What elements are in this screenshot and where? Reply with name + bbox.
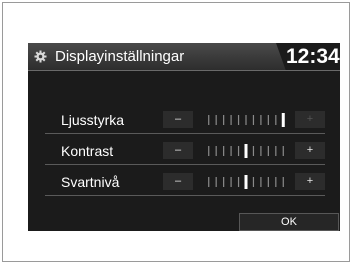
decrease-button[interactable]: – <box>163 142 193 159</box>
display-screen: Displayinställningar 12:34 Ljusstyrka – … <box>28 43 340 231</box>
level-tick <box>252 146 255 156</box>
header-bar: Displayinställningar 12:34 <box>28 43 340 71</box>
level-scale[interactable] <box>205 143 287 159</box>
level-tick <box>275 146 277 156</box>
level-tick <box>237 146 240 156</box>
level-tick <box>260 115 262 125</box>
level-tick <box>230 115 232 125</box>
setting-label: Kontrast <box>61 143 114 159</box>
level-tick <box>252 177 255 187</box>
level-tick <box>282 146 284 156</box>
setting-row-contrast: Kontrast – + <box>45 138 325 165</box>
level-tick <box>267 146 269 156</box>
level-scale[interactable] <box>205 112 287 128</box>
level-tick <box>245 115 247 125</box>
level-indicator <box>244 175 248 189</box>
level-scale[interactable] <box>205 174 287 190</box>
increase-button[interactable]: + <box>295 142 325 159</box>
level-tick <box>267 177 269 187</box>
increase-button[interactable]: + <box>295 111 325 128</box>
setting-row-brightness: Ljusstyrka – + <box>45 107 325 134</box>
level-tick <box>237 115 240 125</box>
level-tick <box>223 177 225 187</box>
level-tick <box>208 115 210 125</box>
level-tick <box>223 146 225 156</box>
level-indicator <box>281 113 285 127</box>
page-title: Displayinställningar <box>55 48 185 65</box>
level-tick <box>215 177 217 187</box>
level-tick <box>223 115 225 125</box>
level-tick <box>237 177 240 187</box>
figure-frame: Displayinställningar 12:34 Ljusstyrka – … <box>2 2 350 262</box>
clock: 12:34 <box>286 45 340 68</box>
level-tick <box>215 115 217 125</box>
header-divider <box>28 70 340 71</box>
decrease-button[interactable]: – <box>163 111 193 128</box>
level-tick <box>252 115 255 125</box>
level-tick <box>230 146 232 156</box>
level-tick <box>208 146 210 156</box>
level-tick <box>282 177 284 187</box>
increase-button[interactable]: + <box>295 173 325 190</box>
level-tick <box>267 115 269 125</box>
gear-icon <box>34 50 47 63</box>
level-tick <box>275 115 277 125</box>
level-tick <box>260 177 262 187</box>
decrease-button[interactable]: – <box>163 173 193 190</box>
setting-label: Ljusstyrka <box>61 112 125 128</box>
level-tick <box>208 177 210 187</box>
level-tick <box>260 146 262 156</box>
ok-button[interactable]: OK <box>239 213 339 231</box>
level-tick <box>230 177 232 187</box>
level-tick <box>215 146 217 156</box>
setting-row-black-level: Svartnivå – + <box>45 169 325 196</box>
setting-label: Svartnivå <box>61 174 120 190</box>
level-tick <box>275 177 277 187</box>
level-indicator <box>244 144 248 158</box>
